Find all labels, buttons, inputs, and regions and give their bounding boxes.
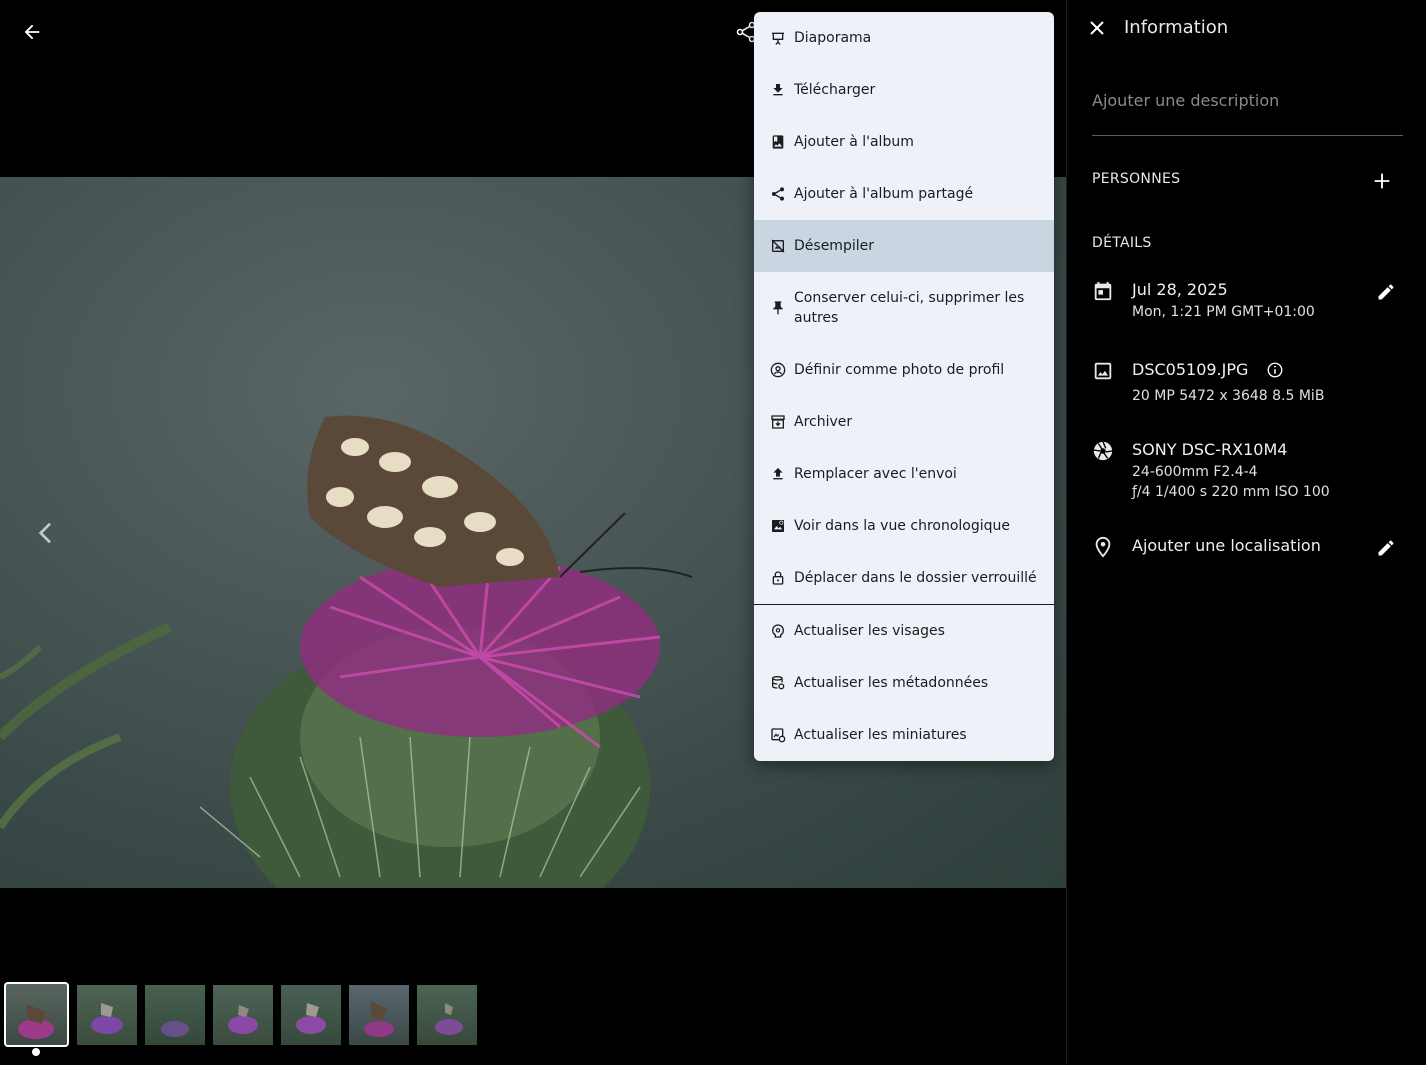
menu-item-label: Voir dans la vue chronologique <box>794 518 1011 534</box>
edit-location-icon[interactable] <box>1376 538 1396 558</box>
menu-item-move-to-locked-folder[interactable]: Déplacer dans le dossier verrouillé <box>754 552 1054 604</box>
slideshow-icon <box>772 32 784 45</box>
profile-icon <box>770 362 786 378</box>
menu-item-archive[interactable]: Archiver <box>754 396 1054 448</box>
location-pin-icon <box>1095 536 1111 558</box>
thumbnail-4[interactable] <box>213 984 273 1045</box>
menu-item-replace-with-upload[interactable]: Remplacer avec l'envoi <box>754 448 1054 500</box>
file-detail: DSC05109.JPG 20 MP 5472 x 3648 8.5 MiB <box>1092 360 1412 410</box>
menu-item-set-profile-photo[interactable]: Définir comme photo de profil <box>754 344 1054 396</box>
menu-item-add-to-album[interactable]: Ajouter à l'album <box>754 116 1054 168</box>
thumbnails-icon <box>771 728 786 743</box>
menu-item-label: Conserver celui-ci, supprimer les autres <box>794 290 1025 326</box>
share-icon <box>772 187 784 201</box>
camera-aperture-icon <box>1093 441 1113 461</box>
location-detail[interactable]: Ajouter une localisation <box>1092 536 1412 566</box>
menu-item-download[interactable]: Télécharger <box>754 64 1054 116</box>
date-text: Jul 28, 2025 <box>1132 280 1228 299</box>
album-icon <box>772 135 784 149</box>
pin-icon <box>773 301 783 315</box>
metadata-icon <box>772 676 785 690</box>
close-icon <box>1090 21 1104 35</box>
thumbnail-7[interactable] <box>417 984 477 1045</box>
people-header: PERSONNES <box>1092 171 1181 187</box>
image-icon <box>1094 362 1112 380</box>
plus-icon <box>1374 173 1390 189</box>
menu-item-label: Actualiser les miniatures <box>794 727 967 743</box>
archive-icon <box>771 415 785 429</box>
menu-item-label: Désempiler <box>794 238 874 254</box>
menu-item-label: Actualiser les métadonnées <box>794 675 989 691</box>
camera-text: SONY DSC-RX10M4 <box>1132 440 1288 459</box>
thumbnail-strip <box>4 982 477 1047</box>
info-panel: Information PERSONNES DÉTAILS Jul 28, 20… <box>1066 0 1426 1065</box>
menu-item-label: Télécharger <box>794 82 876 98</box>
calendar-icon <box>1094 281 1112 301</box>
menu-item-label: Diaporama <box>794 30 872 46</box>
lock-icon <box>772 571 784 585</box>
menu-item-add-to-shared-album[interactable]: Ajouter à l'album partagé <box>754 168 1054 220</box>
panel-title: Information <box>1124 17 1229 38</box>
menu-item-label: Définir comme photo de profil <box>794 362 1005 378</box>
add-location-text[interactable]: Ajouter une localisation <box>1132 536 1321 555</box>
file-meta-text: 20 MP 5472 x 3648 8.5 MiB <box>1132 388 1325 404</box>
thumbnail-5[interactable] <box>281 984 341 1045</box>
thumbnail-3[interactable] <box>145 984 205 1045</box>
camera-detail: SONY DSC-RX10M4 24-600mm F2.4-4 ƒ/4 1/40… <box>1092 440 1412 510</box>
menu-item-label: Remplacer avec l'envoi <box>794 466 957 482</box>
menu-item-label: Déplacer dans le dossier verrouillé <box>794 570 1037 586</box>
download-icon <box>773 84 783 96</box>
faces-icon <box>771 624 785 638</box>
menu-item-view-in-timeline[interactable]: Voir dans la vue chronologique <box>754 500 1054 552</box>
timeline-icon <box>772 520 784 532</box>
menu-item-refresh-metadata[interactable]: Actualiser les métadonnées <box>754 657 1054 709</box>
current-thumbnail-indicator <box>32 1048 40 1056</box>
description-input[interactable] <box>1092 84 1403 136</box>
menu-item-label: Actualiser les visages <box>794 623 945 639</box>
menu-item-slideshow[interactable]: Diaporama <box>754 12 1054 64</box>
add-person-button[interactable] <box>1371 170 1393 192</box>
datetime-text: Mon, 1:21 PM GMT+01:00 <box>1132 304 1315 320</box>
thumbnail-1[interactable] <box>4 982 69 1047</box>
close-button[interactable] <box>1085 16 1109 40</box>
back-button[interactable] <box>16 16 48 48</box>
menu-item-label: Archiver <box>794 414 853 430</box>
menu-item-label: Ajouter à l'album partagé <box>794 186 974 202</box>
previous-photo-button[interactable] <box>30 517 62 549</box>
thumbnail-6[interactable] <box>349 984 409 1045</box>
thumbnail-2[interactable] <box>77 984 137 1045</box>
menu-item-refresh-faces[interactable]: Actualiser les visages <box>754 605 1054 657</box>
upload-icon <box>773 468 783 480</box>
chevron-left-icon <box>38 522 51 544</box>
date-detail: Jul 28, 2025 Mon, 1:21 PM GMT+01:00 <box>1092 280 1412 330</box>
lens-text: 24-600mm F2.4-4 <box>1132 464 1258 480</box>
menu-item-label: Ajouter à l'album <box>794 134 914 150</box>
details-header: DÉTAILS <box>1092 235 1152 251</box>
menu-item-refresh-thumbnails[interactable]: Actualiser les miniatures <box>754 709 1054 761</box>
info-icon[interactable] <box>1266 361 1284 379</box>
edit-date-icon[interactable] <box>1376 282 1396 302</box>
arrow-left-icon <box>24 24 40 40</box>
exposure-text: ƒ/4 1/400 s 220 mm ISO 100 <box>1132 484 1330 500</box>
menu-item-unstack[interactable]: Désempiler <box>754 220 1054 272</box>
filename-text: DSC05109.JPG <box>1132 360 1249 379</box>
unstack-icon <box>771 239 785 253</box>
context-menu: Diaporama Télécharger Ajouter à l'album … <box>754 12 1054 761</box>
menu-item-keep-this-delete-others[interactable]: Conserver celui-ci, supprimer les autres <box>754 272 1054 344</box>
